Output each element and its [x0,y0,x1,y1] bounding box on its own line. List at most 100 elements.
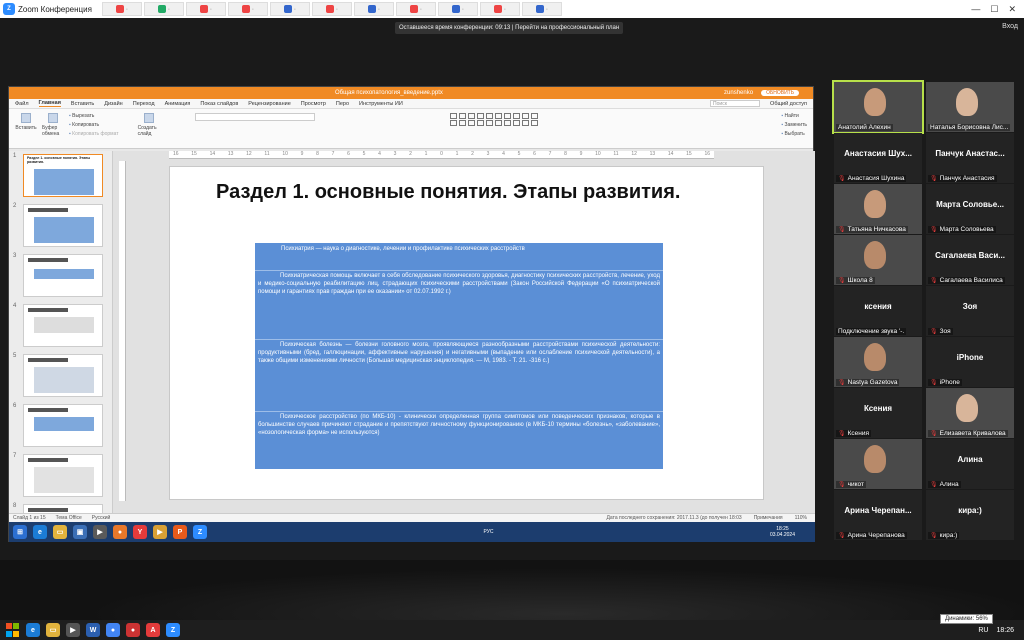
maximize-button[interactable]: ☐ [990,4,998,15]
zoom-level[interactable]: 110% [795,515,807,521]
app-icon[interactable]: ● [126,623,140,637]
participant-tile[interactable]: Алина 🎙 Алина [926,439,1014,489]
participant-tile[interactable]: ксения Подключение звука '-. [834,286,922,336]
pdf-icon[interactable]: A [146,623,160,637]
menu-insert[interactable]: Вставить [71,101,94,107]
slide-thumbnail[interactable]: 4 [9,301,112,351]
notes-button[interactable]: Примечания [754,515,783,521]
replace-button[interactable]: Заменить [781,122,807,128]
slide-thumbnail[interactable]: 3 [9,251,112,301]
chrome-icon[interactable]: ● [106,623,120,637]
menu-view[interactable]: Просмотр [301,101,326,107]
menu-pen[interactable]: Перо [336,101,349,107]
copy-button[interactable]: Копировать [69,122,119,128]
menu-slideshow[interactable]: Показ слайдов [200,101,238,107]
tab-favicon-icon [115,5,124,13]
browser-tab[interactable]: · [101,2,142,16]
participant-tile[interactable]: Анастасия Шух... 🎙 Анастасия Шухина [834,133,922,183]
shapes-gallery[interactable] [449,113,539,126]
windows-start-icon[interactable]: ⊞ [13,525,27,539]
format-painter-button[interactable]: Копировать формат [69,131,118,137]
browser-tab[interactable]: · [143,2,184,16]
participant-tile[interactable]: Панчук Анастас... 🎙 Панчук Анастасия [926,133,1014,183]
wps-user[interactable]: zunshenko [724,90,753,96]
menu-file[interactable]: Файл [15,101,29,107]
language[interactable]: Русский [92,515,111,521]
clipboard-button[interactable]: Буфер обмена [42,113,64,137]
menu-animation[interactable]: Анимация [165,101,191,107]
participant-tile[interactable]: Наталья Борисовна Лис... [926,82,1014,132]
media-icon[interactable]: ▶ [93,525,107,539]
menu-home[interactable]: Главная [38,100,61,107]
menu-review[interactable]: Рецензирование [248,101,290,107]
wps-icon[interactable]: P [173,525,187,539]
media-icon[interactable]: ▶ [66,623,80,637]
participant-tile[interactable]: 🎙 Елизавета Кривалова [926,388,1014,438]
exit-label[interactable]: Вход [1002,23,1018,30]
participant-tile[interactable]: Марта Соловье... 🎙 Марта Соловьева [926,184,1014,234]
inner-language[interactable]: РУС [483,529,493,535]
participant-tile[interactable]: Ксения 🎙 Ксения [834,388,922,438]
firefox-icon[interactable]: ● [113,525,127,539]
menu-ai-tools[interactable]: Инструменты ИИ [359,101,403,107]
meeting-timer-banner[interactable]: Оставшееся время конференции: 09:13 | Пе… [395,22,624,34]
browser-tab[interactable]: · [269,2,310,16]
slide-thumbnail[interactable]: 8 [9,501,112,513]
browser-tab[interactable]: · [479,2,520,16]
browser-tab[interactable]: · [227,2,268,16]
browser-tab[interactable]: · [395,2,436,16]
slide-thumbnail[interactable]: 1 Раздел 1. основные понятия. Этапы разв… [9,151,112,201]
participant-tile[interactable]: Анатолий Алехин [832,80,924,134]
browser-tab[interactable]: · [521,2,562,16]
current-slide[interactable]: Раздел 1. основные понятия. Этапы развит… [169,166,764,500]
cut-button[interactable]: Вырезать [69,113,119,119]
slide-thumbnail[interactable]: 6 [9,401,112,451]
menu-transition[interactable]: Переход [133,101,155,107]
participant-tile[interactable]: Сагалаева Васи... 🎙 Сагалаева Василиса [926,235,1014,285]
slide-thumbnail[interactable]: 7 [9,451,112,501]
find-button[interactable]: Найти [781,113,807,119]
minimize-button[interactable]: — [971,4,980,15]
slides-icon[interactable]: ▶ [153,525,167,539]
ie-icon[interactable]: e [33,525,47,539]
save-icon[interactable]: ▣ [73,525,87,539]
folder-icon[interactable]: ▭ [46,623,60,637]
update-button[interactable]: ОБНОВИТЬ [761,90,799,96]
participant-tile[interactable]: 🎙 Школа 8 [834,235,922,285]
windows-start-icon[interactable] [6,623,20,637]
font-select[interactable] [194,113,315,121]
browser-tab[interactable]: · [311,2,352,16]
ruler-tick: 15 [191,151,197,157]
word-icon[interactable]: W [86,623,100,637]
slide-thumbnail[interactable]: 5 [9,351,112,401]
participant-tile[interactable]: iPhone 🎙 iPhone [926,337,1014,387]
participant-tile[interactable]: 🎙 Nastya Gazetova [834,337,922,387]
menu-design[interactable]: Дизайн [104,101,123,107]
paste-button[interactable]: Вставить [15,113,37,131]
slide-title[interactable]: Раздел 1. основные понятия. Этапы развит… [216,181,696,204]
slide-text-box[interactable]: Психиатрия — наука о диагностике, лечени… [255,243,663,469]
yandex-icon[interactable]: Y [133,525,147,539]
participant-tile[interactable]: Зоя 🎙 Зоя [926,286,1014,336]
close-button[interactable]: ✕ [1008,4,1016,15]
slide-thumbnail[interactable]: 2 [9,201,112,251]
share-button[interactable]: Общий доступ [770,101,807,107]
tray-language[interactable]: RU [978,627,988,634]
zoom-icon[interactable]: Z [193,525,207,539]
participant-tile[interactable]: 🎙 чикот [834,439,922,489]
participant-tile[interactable]: Арина Черепан... 🎙 Арина Черепанова [834,490,922,540]
search-input[interactable]: Поиск [710,100,761,107]
participant-name-caption: 🎙 Арина Черепанова [836,532,907,539]
participant-tile[interactable]: 🎙 Татьяна Ничкасова [834,184,922,234]
new-slide-button[interactable]: Создать слайд [138,113,160,137]
ruler-tick: 3 [486,151,490,157]
tray-clock[interactable]: 18:26 [996,627,1014,634]
browser-tab[interactable]: · [353,2,394,16]
zoom-icon[interactable]: Z [166,623,180,637]
folder-icon[interactable]: ▭ [53,525,67,539]
select-button[interactable]: Выбрать [781,131,807,137]
browser-tab[interactable]: · [185,2,226,16]
browser-tab[interactable]: · [437,2,478,16]
ie-icon[interactable]: e [26,623,40,637]
participant-tile[interactable]: кира:) 🎙 кира:) [926,490,1014,540]
